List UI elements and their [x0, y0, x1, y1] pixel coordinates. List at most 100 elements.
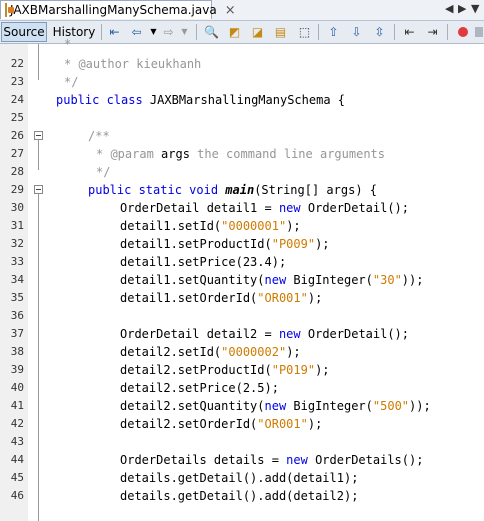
line-number: 43 — [10, 435, 24, 448]
code-text: details.getDetail().add(detail1); — [120, 471, 359, 485]
tab-title: JAXBMarshallingManySchema.java — [10, 3, 217, 17]
code-part: OrderDetail detail2 = — [120, 327, 279, 341]
code-line: 37 OrderDetail detail2 = new OrderDetail… — [0, 325, 484, 343]
code-part: BigInteger( — [286, 399, 373, 413]
comment-prefix: * — [96, 147, 111, 161]
code-line: 40 detail2.setPrice(2.5); — [0, 379, 484, 397]
keyword: new — [286, 453, 308, 467]
line-number: 41 — [10, 399, 24, 412]
string-literal: "0000002" — [221, 345, 287, 359]
line-number: 46 — [10, 489, 24, 502]
code-line: 22 * @author kieukhanh — [0, 55, 484, 73]
code-text: detail1.setPrice(23.4); — [120, 255, 287, 269]
code-text: detail2.setOrderId("OR001"); — [120, 415, 322, 433]
line-number: 28 — [10, 165, 24, 178]
code-part: detail2.setOrderId( — [120, 417, 258, 431]
code-part: detail1.setId( — [120, 219, 222, 233]
code-part: detail2.setQuantity( — [120, 399, 265, 413]
code-part: )); — [409, 399, 431, 413]
fold-toggle-icon[interactable] — [34, 131, 43, 140]
code-text: detail2.setId("0000002"); — [120, 343, 301, 361]
string-literal: "OR001" — [257, 417, 308, 431]
code-line: 45 details.getDetail().add(detail1); — [0, 469, 484, 487]
code-part: detail1.setProductId( — [120, 237, 272, 251]
code-part: ); — [307, 291, 323, 305]
fold-toggle-icon[interactable] — [34, 185, 43, 194]
line-number: 33 — [10, 255, 24, 268]
string-literal: "P019" — [271, 363, 316, 377]
code-part: ); — [315, 363, 330, 377]
code-text: details.getDetail().add(detail2); — [120, 489, 359, 503]
code-line: 38 detail2.setId("0000002"); — [0, 343, 484, 361]
code-line: 36 — [0, 307, 484, 325]
line-number: 29 — [10, 183, 24, 196]
line-number: 27 — [10, 147, 24, 160]
line-number: 42 — [10, 417, 24, 430]
code-part: )); — [401, 273, 424, 287]
code-line: 24 public class JAXBMarshallingManySchem… — [0, 91, 484, 109]
line-number: 24 — [10, 93, 24, 106]
code-line: * — [0, 35, 484, 53]
code-line: 28 */ — [0, 163, 484, 181]
code-text: * @param args the command line arguments — [96, 145, 385, 163]
line-number: 25 — [10, 111, 24, 124]
code-text: OrderDetail detail2 = new OrderDetail(); — [120, 325, 409, 343]
line-number: 38 — [10, 345, 24, 358]
code-line: 32 detail1.setProductId("P009"); — [0, 235, 484, 253]
code-line: 39 detail2.setProductId("P019"); — [0, 361, 484, 379]
code-line: 33 detail1.setPrice(23.4); — [0, 253, 484, 271]
code-part: OrderDetails(); — [307, 453, 424, 467]
code-part: ); — [307, 417, 323, 431]
code-text: OrderDetails details = new OrderDetails(… — [120, 451, 423, 469]
code-line: 35 detail1.setOrderId("OR001"); — [0, 289, 484, 307]
scroll-tabs-left-icon[interactable]: ◀ — [445, 2, 453, 15]
scroll-tabs-right-icon[interactable]: ▶ — [458, 2, 466, 15]
line-number: 26 — [10, 129, 24, 142]
comment-text: the command line arguments — [189, 147, 386, 161]
line-number: 23 — [10, 75, 24, 88]
code-line: 27 * @param args the command line argume… — [0, 145, 484, 163]
show-opened-documents-icon[interactable]: ▼ — [471, 2, 479, 15]
string-literal: "30" — [372, 273, 402, 287]
code-line: 34 detail1.setQuantity(new BigInteger("3… — [0, 271, 484, 289]
line-number: 30 — [10, 201, 24, 214]
code-text: */ — [96, 165, 111, 179]
code-line: 23 */ — [0, 73, 484, 91]
line-number: 45 — [10, 471, 24, 484]
code-part: OrderDetail(); — [300, 201, 410, 215]
line-number: 34 — [10, 273, 24, 286]
code-line: 31 detail1.setId("0000001"); — [0, 217, 484, 235]
line-number: 44 — [10, 453, 24, 466]
close-tab-icon[interactable]: × — [225, 4, 236, 17]
code-part: OrderDetails details = — [120, 453, 287, 467]
code-text: * — [64, 37, 72, 51]
code-text: detail1.setId("0000001"); — [120, 217, 301, 235]
code-text: */ — [64, 75, 79, 89]
string-literal: "500" — [372, 399, 410, 413]
line-number: 31 — [10, 219, 24, 232]
line-number: 22 — [10, 57, 24, 70]
code-text: * @author kieukhanh — [64, 55, 201, 73]
code-text: public static void main(String[] args) { — [88, 181, 377, 199]
code-line: 42 detail2.setOrderId("OR001"); — [0, 415, 484, 433]
code-part: ); — [286, 219, 301, 233]
java-file-icon — [5, 3, 14, 17]
keyword: new — [278, 327, 301, 341]
code-part: detail1.setQuantity( — [120, 273, 265, 287]
code-text: OrderDetail detail1 = new OrderDetail(); — [120, 199, 409, 217]
line-number: 37 — [10, 327, 24, 340]
code-part: OrderDetail detail1 = — [120, 201, 279, 215]
comment-text: kieukhanh — [129, 57, 202, 71]
line-number: 36 — [10, 309, 24, 322]
line-number: 39 — [10, 363, 24, 376]
code-text: detail1.setProductId("P009"); — [120, 235, 330, 253]
code-text: detail1.setQuantity(new BigInteger("30")… — [120, 271, 423, 289]
code-line: 26 /** — [0, 127, 484, 145]
file-tab[interactable]: JAXBMarshallingManySchema.java × — [0, 0, 236, 19]
code-line: 44 OrderDetails details = new OrderDetai… — [0, 451, 484, 469]
code-part: detail2.setProductId( — [120, 363, 272, 377]
code-part: OrderDetail(); — [300, 327, 410, 341]
code-editor[interactable]: * 22 * @author kieukhanh 23 */ 24 public… — [0, 37, 484, 521]
line-number: 35 — [10, 291, 24, 304]
keyword: public static void — [88, 183, 219, 197]
